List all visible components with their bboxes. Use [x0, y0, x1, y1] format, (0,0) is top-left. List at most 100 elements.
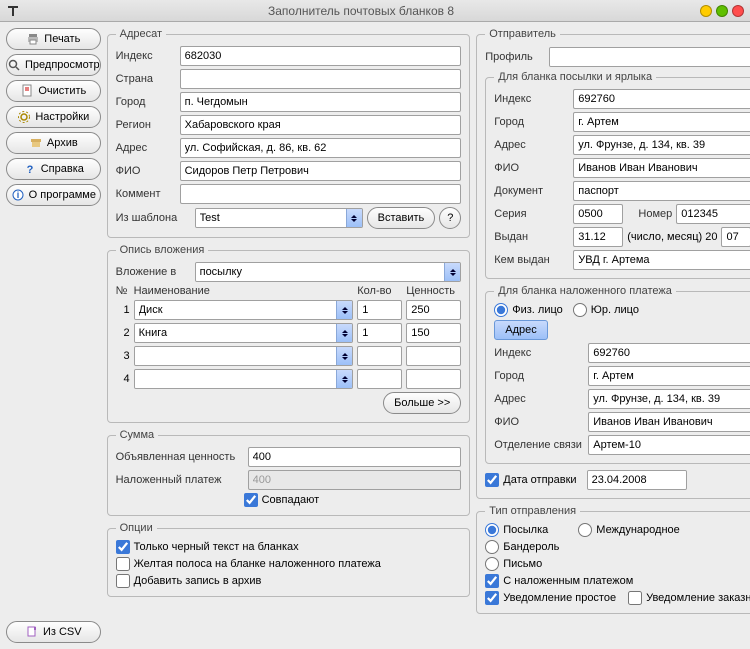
cod-address-input[interactable] [588, 389, 750, 409]
item-val-input[interactable] [406, 346, 461, 366]
addressee-city-input[interactable] [180, 92, 462, 112]
sender-index-input[interactable] [573, 89, 750, 109]
options-legend: Опции [116, 522, 157, 534]
address-tab[interactable]: Адрес [494, 320, 548, 340]
parcel-radio[interactable] [485, 523, 499, 537]
cod-index-input[interactable] [588, 343, 750, 363]
template-help-button[interactable]: ? [439, 207, 461, 229]
declared-value-input[interactable] [248, 447, 462, 467]
wrapper-radio[interactable] [485, 540, 499, 554]
item-qty-input[interactable] [357, 300, 402, 320]
dropdown-icon[interactable] [336, 301, 352, 319]
sender-parcel-legend: Для бланка посылки и ярлыка [494, 71, 656, 83]
addressee-comment-input[interactable] [180, 184, 462, 204]
with-cod-checkbox[interactable] [485, 574, 499, 588]
hdr-qty: Кол-во [357, 285, 402, 297]
company-radio[interactable] [573, 303, 587, 317]
dropdown-icon[interactable] [336, 347, 352, 365]
minimize-button[interactable] [700, 5, 712, 17]
app-icon [6, 4, 20, 18]
label-profile: Профиль [485, 51, 545, 63]
cod-city-input[interactable] [588, 366, 750, 386]
preview-button[interactable]: Предпросмотр [6, 54, 101, 76]
intl-radio[interactable] [578, 523, 592, 537]
item-name-combo[interactable] [134, 346, 354, 366]
sum-legend: Сумма [116, 429, 159, 441]
letter-radio[interactable] [485, 557, 499, 571]
item-val-input[interactable] [406, 300, 461, 320]
sender-legend: Отправитель [485, 28, 560, 40]
import-csv-button[interactable]: Из CSV [6, 621, 101, 643]
about-button[interactable]: iО программе [6, 184, 101, 206]
addressee-legend: Адресат [116, 28, 166, 40]
label-archive-opt: Добавить запись в архив [134, 575, 262, 587]
item-name-combo[interactable] [134, 323, 354, 343]
archive-button[interactable]: Архив [6, 132, 101, 154]
send-date-spinner[interactable] [587, 470, 687, 490]
more-button[interactable]: Больше >> [383, 392, 461, 414]
add-archive-checkbox[interactable] [116, 574, 130, 588]
inventory-legend: Опись вложения [116, 244, 209, 256]
sender-issued-year-input[interactable] [721, 227, 750, 247]
clear-button[interactable]: Очистить [6, 80, 101, 102]
sender-issued-by-input[interactable] [573, 250, 750, 270]
inventory-row: 4 [116, 369, 462, 389]
sender-doc-input[interactable] [573, 181, 750, 201]
template-combo[interactable] [195, 208, 363, 228]
svg-text:i: i [16, 190, 19, 200]
svg-text:?: ? [26, 164, 33, 176]
addressee-country-input[interactable] [180, 69, 462, 89]
item-qty-input[interactable] [357, 346, 402, 366]
notify-simple-checkbox[interactable] [485, 591, 499, 605]
label-declared: Объявленная ценность [116, 451, 244, 463]
close-button[interactable] [732, 5, 744, 17]
sender-address-input[interactable] [573, 135, 750, 155]
send-date-checkbox[interactable] [485, 473, 499, 487]
item-qty-input[interactable] [357, 369, 402, 389]
addressee-fio-input[interactable] [180, 161, 462, 181]
sender-number-input[interactable] [676, 204, 750, 224]
sender-city-input[interactable] [573, 112, 750, 132]
item-val-input[interactable] [406, 323, 461, 343]
sender-series-input[interactable] [573, 204, 623, 224]
dropdown-icon[interactable] [336, 324, 352, 342]
company-radio-label[interactable]: Юр. лицо [573, 303, 639, 317]
yellow-stripe-checkbox[interactable] [116, 557, 130, 571]
inventory-row: 3 [116, 346, 462, 366]
sender-issued-day-input[interactable] [573, 227, 623, 247]
maximize-button[interactable] [716, 5, 728, 17]
addressee-region-input[interactable] [180, 115, 462, 135]
print-button[interactable]: Печать [6, 28, 101, 50]
label-yellow: Желтая полоса на бланке наложенного плат… [134, 558, 381, 570]
match-checkbox[interactable] [244, 493, 258, 507]
person-radio-label[interactable]: Физ. лицо [494, 303, 563, 317]
item-name-combo[interactable] [134, 300, 354, 320]
sender-parcel-group: Для бланка посылки и ярлыка Индекс Город… [485, 71, 750, 279]
addressee-index-input[interactable] [180, 46, 462, 66]
black-text-checkbox[interactable] [116, 540, 130, 554]
label-template: Из шаблона [116, 212, 191, 224]
item-val-input[interactable] [406, 369, 461, 389]
insert-button[interactable]: Вставить [367, 207, 436, 229]
inventory-row: 2 [116, 323, 462, 343]
settings-button[interactable]: Настройки [6, 106, 101, 128]
sender-cod-group: Для бланка наложенного платежа Физ. лицо… [485, 285, 750, 464]
sender-fio-input[interactable] [573, 158, 750, 178]
dropdown-icon[interactable] [336, 370, 352, 388]
label-index: Индекс [116, 50, 176, 62]
person-radio[interactable] [494, 303, 508, 317]
item-name-combo[interactable] [134, 369, 354, 389]
label-black: Только черный текст на бланках [134, 541, 299, 553]
cod-branch-input[interactable] [588, 435, 750, 455]
dropdown-icon[interactable] [444, 263, 460, 281]
notify-reg-checkbox[interactable] [628, 591, 642, 605]
hdr-num: № [116, 285, 130, 297]
cod-fio-input[interactable] [588, 412, 750, 432]
sidebar: Печать Предпросмотр Очистить Настройки А… [6, 28, 101, 643]
addressee-address-input[interactable] [180, 138, 462, 158]
into-combo[interactable] [195, 262, 462, 282]
profile-combo[interactable] [549, 47, 750, 67]
item-qty-input[interactable] [357, 323, 402, 343]
dropdown-icon[interactable] [346, 209, 362, 227]
help-button[interactable]: ?Справка [6, 158, 101, 180]
